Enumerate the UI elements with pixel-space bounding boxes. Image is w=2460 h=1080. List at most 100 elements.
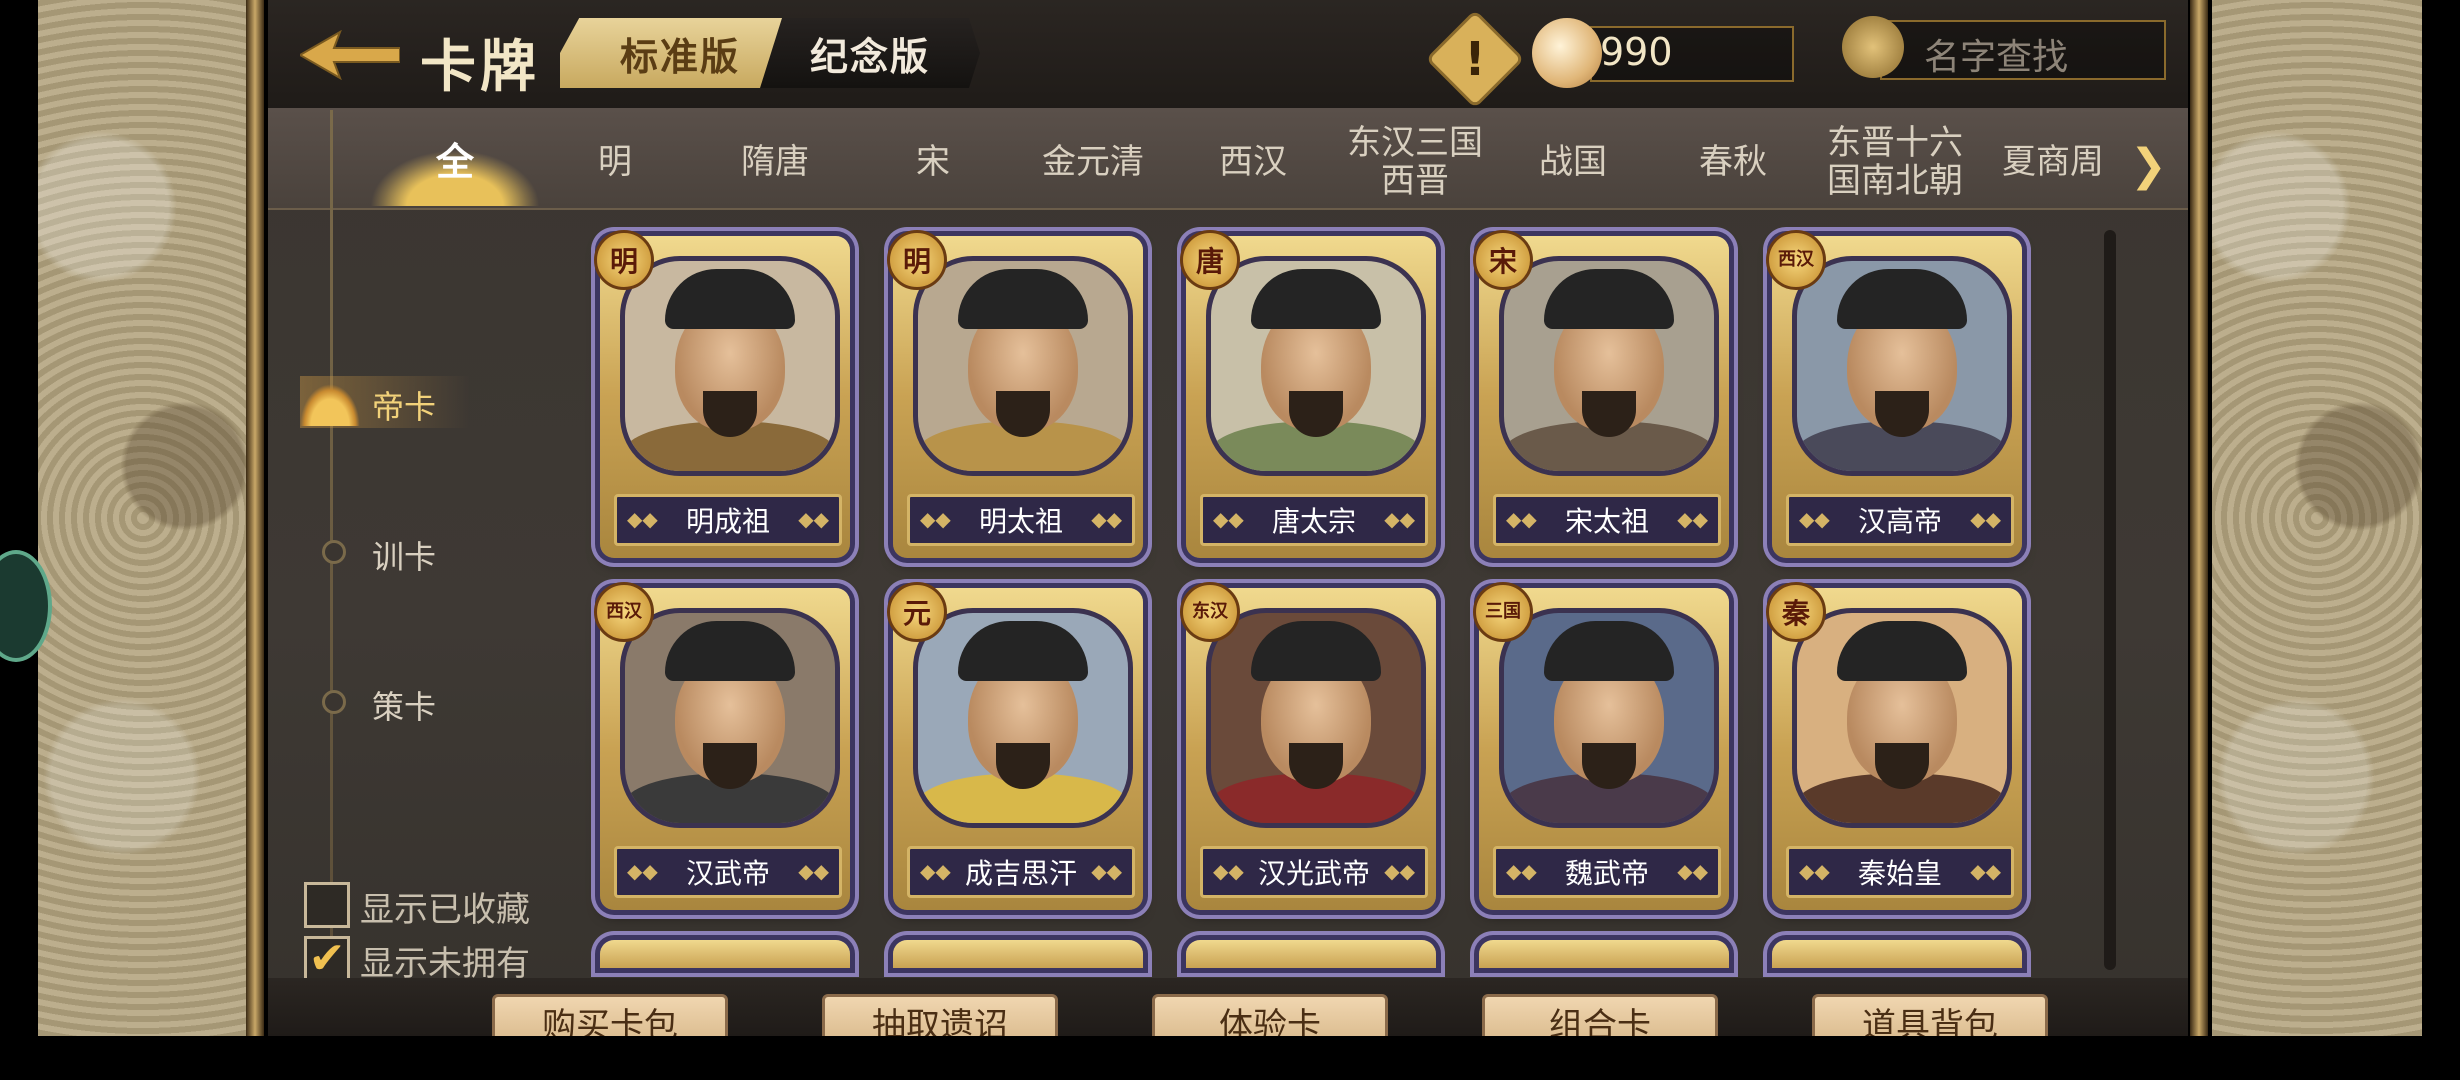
emperor-card-partial[interactable] [1186, 940, 1436, 968]
tab-all[interactable]: 全 [390, 122, 520, 202]
warning-icon[interactable]: ! [1440, 24, 1510, 94]
portrait [620, 608, 840, 828]
tab-ming[interactable]: 明 [550, 122, 680, 202]
dynasty-badge: 明 [594, 230, 654, 290]
ornament-icon: ◆◆ [1091, 859, 1122, 883]
tab-eastern-jin-southern-northern[interactable]: 东晋十六 国南北朝 [1820, 122, 1970, 202]
dynasty-badge: 明 [887, 230, 947, 290]
tab-spring-autumn[interactable]: 春秋 [1668, 122, 1798, 202]
emperor-card[interactable]: 宋 ◆◆ 宋太祖 ◆◆ [1473, 230, 1729, 558]
ornament-icon: ◆◆ [798, 507, 829, 531]
ornament-icon: ◆◆ [627, 507, 658, 531]
emperor-card[interactable]: 东汉 ◆◆ 汉光武帝 ◆◆ [1180, 582, 1436, 910]
feather-currency-icon [1532, 18, 1602, 88]
page-title: 卡牌 [420, 35, 540, 100]
category-emperor-card[interactable]: 帝卡 [372, 382, 436, 428]
emperor-card[interactable]: 明 ◆◆ 明太祖 ◆◆ [887, 230, 1143, 558]
card-name: 明太祖 [978, 505, 1063, 538]
ornament-icon: ◆◆ [1506, 507, 1537, 531]
card-nameplate: ◆◆ 秦始皇 ◆◆ [1786, 846, 2014, 898]
search-icon[interactable] [1842, 16, 1904, 78]
card-name: 唐太宗 [1271, 505, 1356, 538]
card-nameplate: ◆◆ 明太祖 ◆◆ [907, 494, 1135, 546]
card-nameplate: ◆◆ 宋太祖 ◆◆ [1493, 494, 1721, 546]
category-training-card[interactable]: 训卡 [372, 532, 436, 578]
tab-warring-states[interactable]: 战国 [1508, 122, 1638, 202]
currency-value: 990 [1600, 30, 1673, 74]
ornament-icon: ◆◆ [627, 859, 658, 883]
tab-xia-shang-zhou[interactable]: 夏商周 [1988, 122, 2118, 202]
tab-western-han[interactable]: 西汉 [1188, 122, 1318, 202]
card-nameplate: ◆◆ 明成祖 ◆◆ [614, 494, 842, 546]
emperor-card-partial[interactable] [1479, 940, 1729, 968]
portrait [1792, 256, 2012, 476]
dynasty-badge: 西汉 [1766, 230, 1826, 290]
lotus-icon [300, 384, 360, 426]
checkmark-icon: ✔ [308, 933, 346, 984]
ornament-icon: ◆◆ [920, 507, 951, 531]
emperor-card-partial[interactable] [1772, 940, 2022, 968]
dynasty-badge: 东汉 [1180, 582, 1240, 642]
portrait [1206, 256, 1426, 476]
ornament-icon: ◆◆ [1677, 507, 1708, 531]
card-name: 汉高帝 [1857, 505, 1942, 538]
tab-memorial-edition[interactable]: 纪念版 [760, 18, 980, 88]
tab-sui-tang[interactable]: 隋唐 [710, 122, 840, 202]
portrait [1499, 256, 1719, 476]
ornament-icon: ◆◆ [1213, 507, 1244, 531]
emperor-card[interactable]: 三国 ◆◆ 魏武帝 ◆◆ [1473, 582, 1729, 910]
emperor-card[interactable]: 明 ◆◆ 明成祖 ◆◆ [594, 230, 850, 558]
ornament-icon: ◆◆ [920, 859, 951, 883]
emperor-card[interactable]: 西汉 ◆◆ 汉武帝 ◆◆ [594, 582, 850, 910]
dynasty-badge: 宋 [1473, 230, 1533, 290]
ornament-icon: ◆◆ [798, 859, 829, 883]
tab-song[interactable]: 宋 [868, 122, 998, 202]
show-unowned-checkbox[interactable]: ✔ [304, 936, 350, 982]
portrait [1206, 608, 1426, 828]
emperor-card-partial[interactable] [600, 940, 850, 968]
tab-jin-yuan-qing[interactable]: 金元清 [1028, 122, 1158, 202]
ornament-icon: ◆◆ [1799, 859, 1830, 883]
screen-bottom-edge [0, 1036, 2460, 1080]
emperor-card[interactable]: 元 ◆◆ 成吉思汗 ◆◆ [887, 582, 1143, 910]
emperor-card[interactable]: 秦 ◆◆ 秦始皇 ◆◆ [1766, 582, 2022, 910]
card-name: 魏武帝 [1564, 857, 1649, 890]
portrait [620, 256, 840, 476]
card-nameplate: ◆◆ 汉高帝 ◆◆ [1786, 494, 2014, 546]
show-favorited-checkbox[interactable] [304, 882, 350, 928]
emperor-card-partial[interactable] [893, 940, 1143, 968]
back-arrow-icon[interactable] [300, 30, 400, 80]
show-favorited-label: 显示已收藏 [360, 890, 530, 930]
dynasty-badge: 西汉 [594, 582, 654, 642]
card-name: 成吉思汗 [964, 857, 1077, 890]
card-nameplate: ◆◆ 成吉思汗 ◆◆ [907, 846, 1135, 898]
chevron-right-icon[interactable]: ❯ [2130, 140, 2167, 191]
dynasty-badge: 唐 [1180, 230, 1240, 290]
category-dot [322, 690, 346, 714]
card-name: 明成祖 [685, 505, 770, 538]
emperor-card[interactable]: 唐 ◆◆ 唐太宗 ◆◆ [1180, 230, 1436, 558]
ornament-icon: ◆◆ [1970, 859, 2001, 883]
portrait [1792, 608, 2012, 828]
left-dragon-panel [38, 0, 248, 1036]
ornament-icon: ◆◆ [1213, 859, 1244, 883]
card-nameplate: ◆◆ 汉光武帝 ◆◆ [1200, 846, 1428, 898]
emperor-card[interactable]: 西汉 ◆◆ 汉高帝 ◆◆ [1766, 230, 2022, 558]
dynasty-badge: 三国 [1473, 582, 1533, 642]
ornament-icon: ◆◆ [1799, 507, 1830, 531]
category-strategy-card[interactable]: 策卡 [372, 682, 436, 728]
frame-bar-left [246, 0, 264, 1036]
tab-eastern-han-three-kingdoms[interactable]: 东汉三国 西晋 [1340, 122, 1490, 202]
scrollbar[interactable] [2104, 230, 2116, 970]
right-dragon-panel [2212, 0, 2422, 1036]
dynasty-badge: 元 [887, 582, 947, 642]
ornament-icon: ◆◆ [1970, 507, 2001, 531]
frame-bar-right [2190, 0, 2208, 1036]
card-name: 汉光武帝 [1257, 857, 1370, 890]
portrait [913, 256, 1133, 476]
search-placeholder: 名字查找 [1924, 37, 2069, 78]
card-name: 宋太祖 [1564, 505, 1649, 538]
card-name: 汉武帝 [685, 857, 770, 890]
card-nameplate: ◆◆ 魏武帝 ◆◆ [1493, 846, 1721, 898]
ornament-icon: ◆◆ [1506, 859, 1537, 883]
